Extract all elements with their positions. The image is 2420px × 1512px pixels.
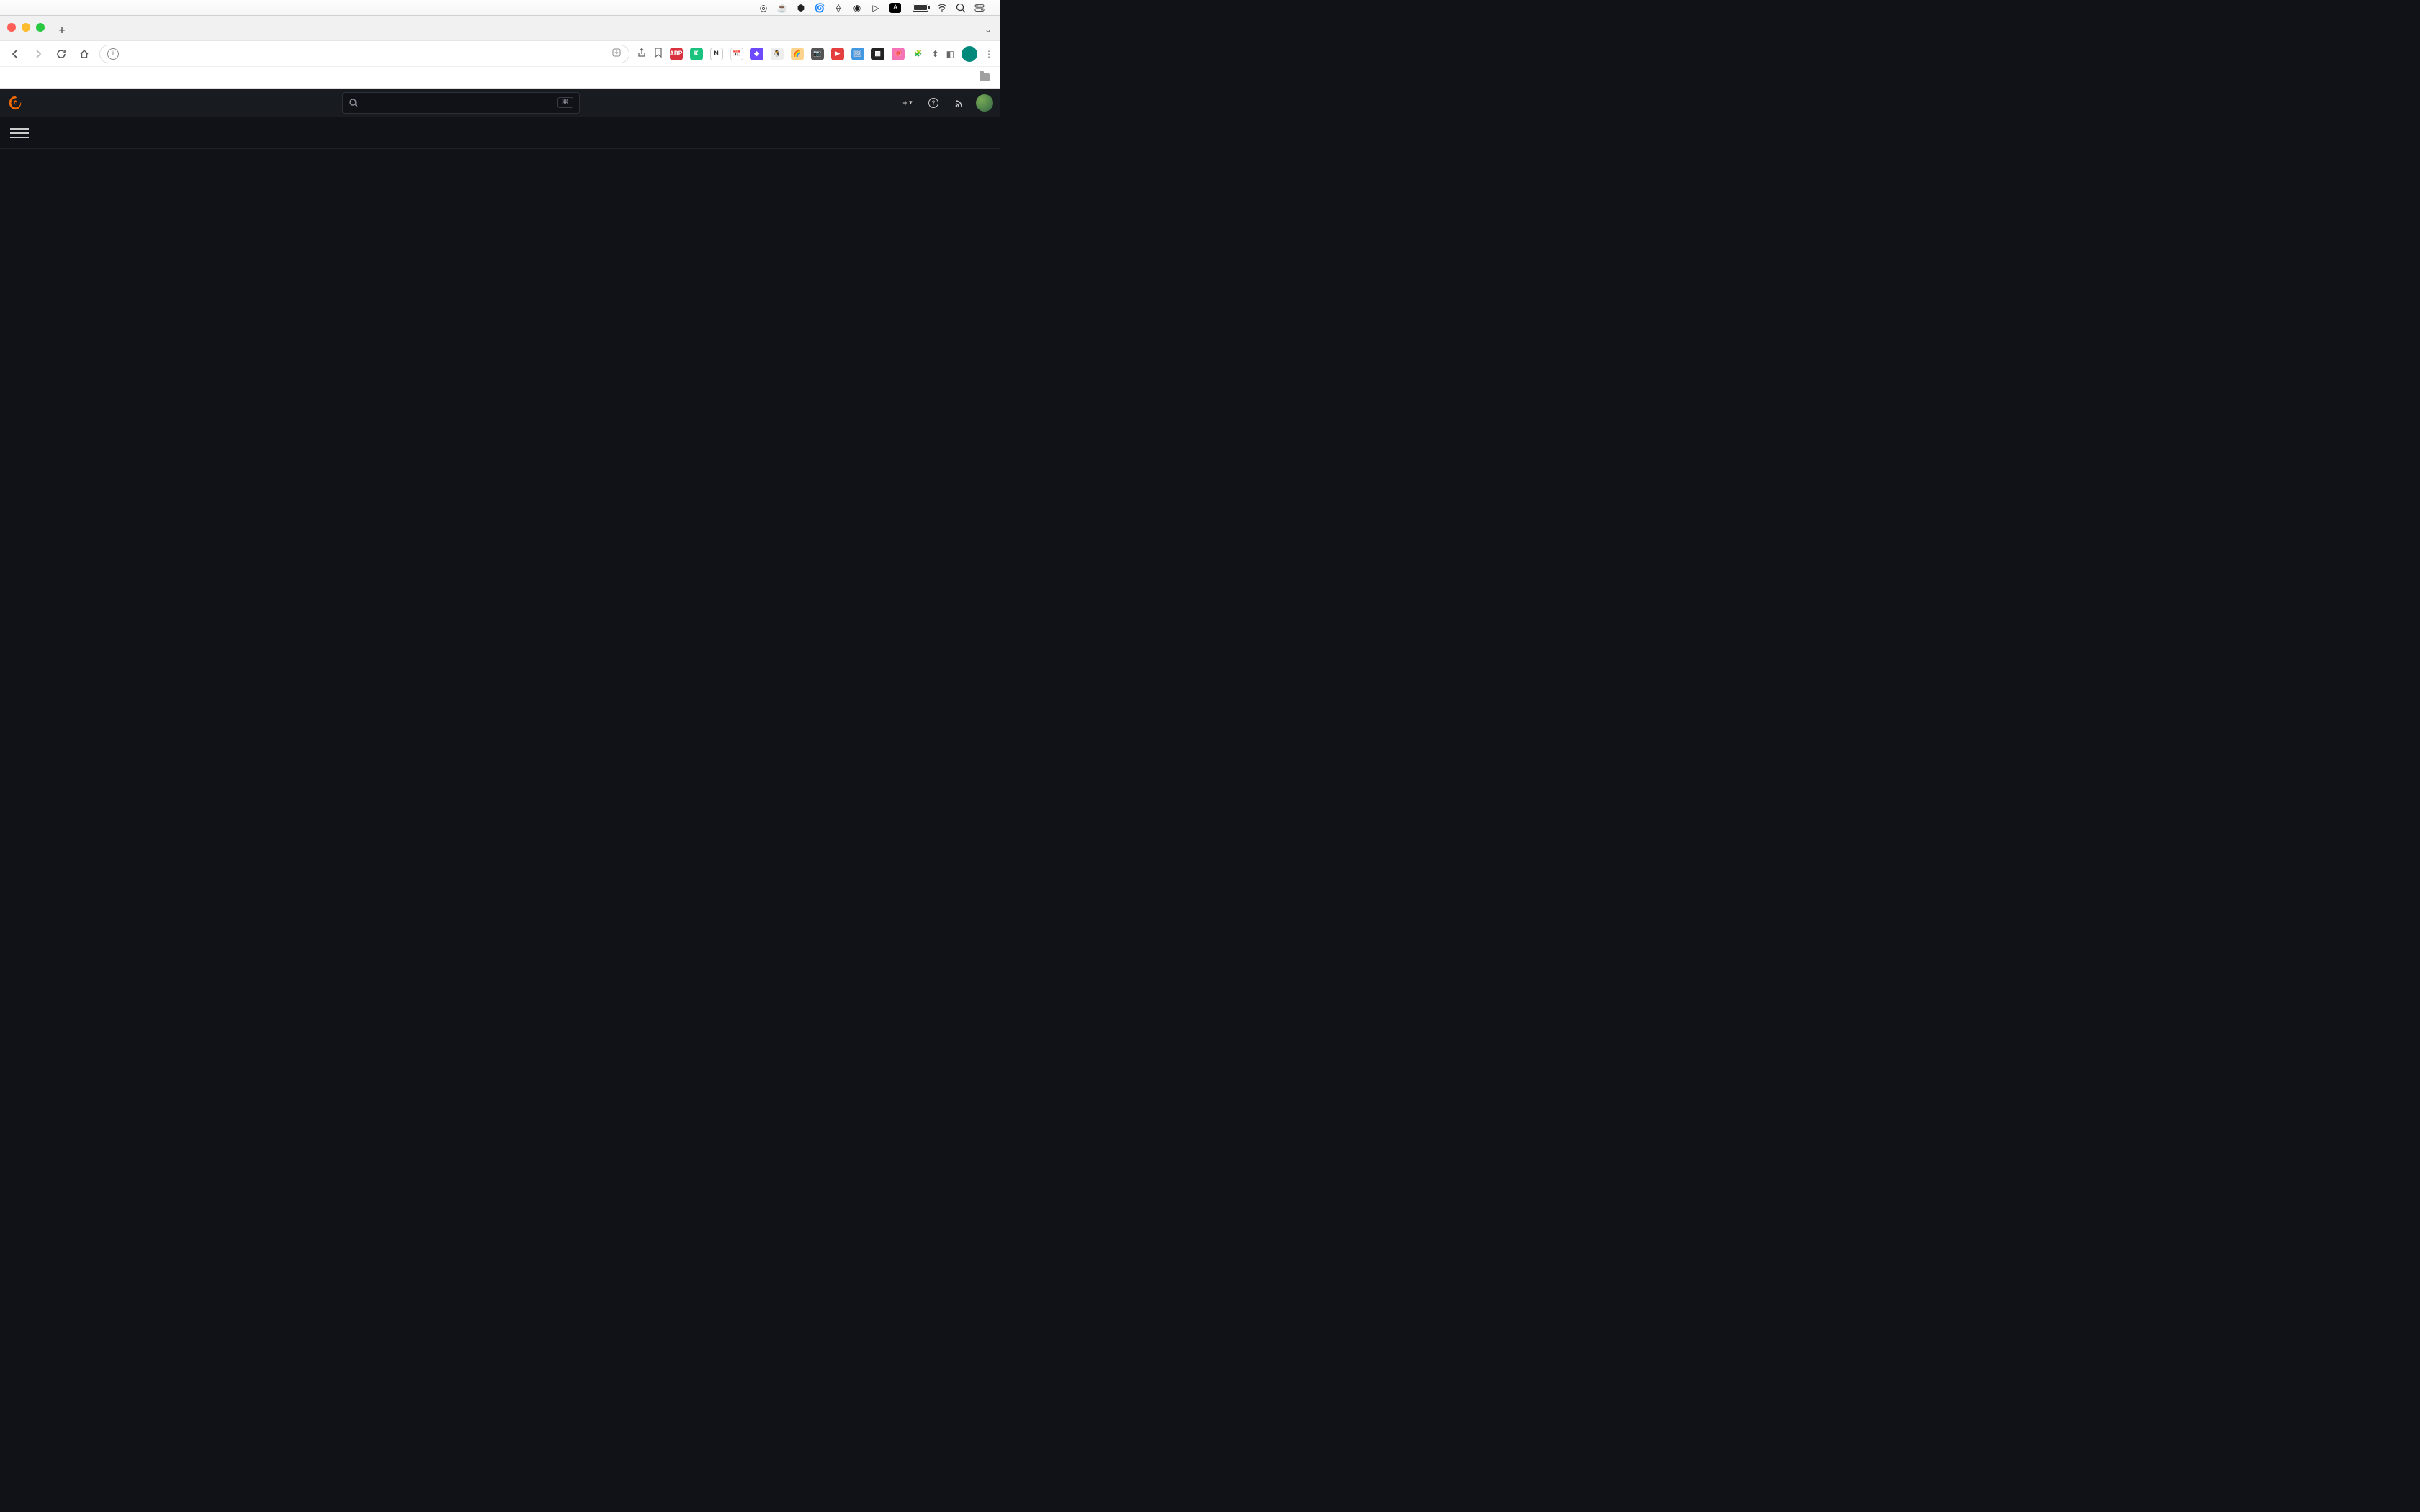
ext-icon[interactable]: K (690, 48, 703, 60)
ext-icon[interactable]: ◆ (750, 48, 763, 60)
window-zoom-button[interactable] (36, 23, 45, 32)
control-center-icon[interactable] (974, 3, 985, 13)
grafana-menu-button[interactable] (10, 124, 29, 143)
nav-reload-button[interactable] (53, 46, 69, 62)
grafana-plus-button[interactable]: + ▾ (898, 94, 917, 112)
tray-icon[interactable]: ▷ (871, 3, 881, 13)
extensions-icon[interactable]: 🧩 (912, 48, 925, 60)
grafana-logo-icon[interactable] (7, 95, 23, 111)
battery-icon (913, 4, 928, 12)
tab-overflow-button[interactable]: ⌄ (980, 24, 996, 35)
grafana-user-avatar[interactable] (976, 94, 993, 112)
mac-menubar: ◎ ☕ ⬢ 🌀 ⟠ ◉ ▷ A (0, 0, 1000, 16)
traffic-lights (4, 23, 52, 36)
install-pwa-icon[interactable] (611, 48, 622, 60)
ext-icon[interactable]: 🌈 (791, 48, 804, 60)
ext-icon[interactable]: 🐧 (771, 48, 784, 60)
ext-calendar-icon[interactable]: 📅 (730, 48, 743, 60)
tab-strip: + ⌄ (0, 16, 1000, 40)
nav-back-button[interactable] (7, 46, 23, 62)
tray-icon[interactable]: 🌀 (815, 3, 825, 13)
ext-icon[interactable]: 📷 (811, 48, 824, 60)
tray-icon[interactable]: ◉ (852, 3, 862, 13)
ext-notion-icon[interactable]: N (710, 48, 723, 60)
window-close-button[interactable] (7, 23, 16, 32)
tray-icon[interactable]: ◎ (758, 3, 768, 13)
new-tab-button[interactable]: + (52, 19, 72, 40)
grafana-topbar: ⌘ + ▾ ? (0, 89, 1000, 117)
share-icon[interactable] (637, 48, 647, 60)
sidepanel-icon[interactable]: ◧ (946, 49, 954, 59)
tray-icon[interactable]: ⟠ (833, 3, 843, 13)
grafana-search-input[interactable]: ⌘ (342, 92, 580, 114)
ext-icon[interactable]: 🐙 (892, 48, 905, 60)
ext-icon[interactable]: ▦ (871, 48, 884, 60)
address-bar[interactable]: i (99, 45, 629, 63)
wifi-icon[interactable] (937, 3, 947, 13)
tray-icon[interactable]: ☕ (777, 3, 787, 13)
bookmark-icon[interactable] (654, 48, 663, 60)
bookmarks-all[interactable] (980, 73, 993, 81)
search-kbd-hint: ⌘ (557, 97, 573, 108)
site-info-icon[interactable]: i (107, 48, 119, 60)
grafana-rss-icon[interactable] (950, 94, 969, 112)
tray-icon[interactable]: A (889, 3, 901, 13)
bookmarks-bar (0, 66, 1000, 88)
browser-chrome: + ⌄ i (0, 16, 1000, 89)
ext-abp-icon[interactable]: ABP (670, 48, 683, 60)
grafana-toolbar (0, 117, 1000, 149)
nav-home-button[interactable] (76, 46, 92, 62)
folder-icon (980, 73, 990, 81)
ext-icon[interactable]: 🖼 (851, 48, 864, 60)
window-minimize-button[interactable] (22, 23, 30, 32)
browser-menu-icon[interactable]: ⋮ (985, 49, 993, 59)
ext-icon[interactable]: ▶ (831, 48, 844, 60)
tray-icon[interactable]: ⬢ (796, 3, 806, 13)
profile-avatar[interactable] (962, 46, 977, 62)
svg-text:?: ? (932, 100, 935, 107)
nav-forward-button[interactable] (30, 46, 46, 62)
search-icon[interactable] (956, 3, 966, 13)
downloads-icon[interactable]: ⬍ (932, 49, 939, 59)
battery-indicator[interactable] (910, 4, 928, 12)
url-bar: i ABP K N 📅 ◆ 🐧 🌈 📷 ▶ 🖼 ▦ (0, 40, 1000, 66)
grafana-help-icon[interactable]: ? (924, 94, 943, 112)
